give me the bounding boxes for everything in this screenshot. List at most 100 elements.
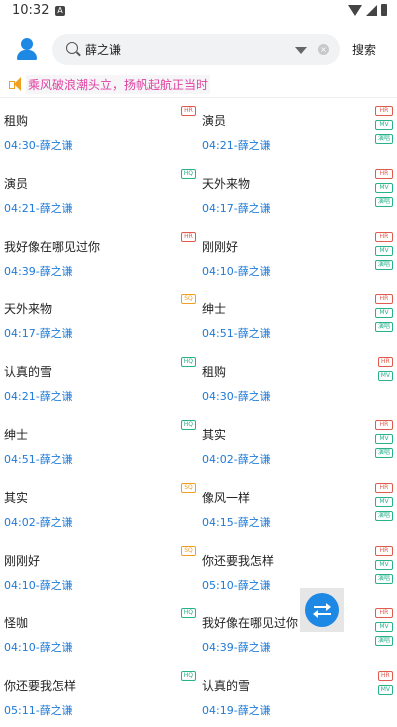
song-item[interactable]: 租购 04:30-薛之谦 HR (0, 100, 198, 162)
song-meta: 04:10-薛之谦 (202, 263, 271, 279)
dropdown-icon[interactable] (295, 47, 307, 54)
song-meta: 04:51-薛之谦 (202, 325, 271, 341)
quality-badge: HR (181, 106, 196, 116)
quality-badge: SQ (181, 482, 196, 493)
song-title: 其实 (4, 490, 29, 505)
song-meta: 04:10-薛之谦 (4, 577, 73, 593)
song-duration: 04:15 (202, 515, 234, 529)
quality-badge: MV (374, 559, 393, 570)
quality-badge: HQ (180, 168, 196, 179)
quality-badges: SQ (181, 482, 196, 493)
song-title: 你还要我怎样 (202, 553, 275, 568)
song-item[interactable]: 绅士 04:51-薛之谦 HR MV 演唱 (198, 288, 396, 350)
song-artist: 薛之谦 (39, 264, 73, 278)
quality-badges: HR MV (377, 357, 393, 382)
quality-badge: SQ (181, 294, 196, 305)
quality-badge: 演唱 (374, 448, 393, 458)
song-duration: 04:30 (202, 390, 234, 404)
quality-badges: HQ (180, 420, 196, 430)
song-item[interactable]: 认真的雪 04:19-薛之谦 HR MV (198, 665, 396, 727)
quality-badge: 演唱 (374, 259, 393, 270)
song-artist: 薛之谦 (237, 641, 271, 655)
quality-badge: MV (374, 622, 393, 633)
search-box[interactable]: × (52, 34, 340, 65)
song-meta: 04:15-薛之谦 (202, 514, 271, 530)
quality-badge: 演唱 (374, 636, 393, 647)
song-item[interactable]: 天外来物 04:17-薛之谦 SQ (0, 288, 198, 350)
song-artist: 薛之谦 (39, 201, 73, 215)
song-duration: 04:17 (202, 201, 234, 215)
quality-badge: MV (374, 496, 393, 507)
song-item[interactable]: 我好像在哪见过你 04:39-薛之谦 HR MV 演唱 (198, 602, 396, 664)
song-meta: 04:10-薛之谦 (4, 639, 73, 655)
quality-badge: HQ (180, 357, 196, 368)
song-title: 演员 (202, 114, 227, 128)
song-artist: 薛之谦 (39, 578, 73, 592)
quality-badges: HR MV 演唱 (374, 106, 393, 144)
quality-badge: MV (374, 434, 393, 444)
announcement-text: 乘风破浪潮头立，扬帆起航正当时 (26, 75, 211, 94)
song-item[interactable]: 其实 04:02-薛之谦 HR MV 演唱 (198, 414, 396, 476)
song-item[interactable]: 怪咖 04:10-薛之谦 HQ (0, 602, 198, 664)
song-item[interactable]: 你还要我怎样 05:11-薛之谦 HQ (0, 665, 198, 727)
song-title: 我好像在哪见过你 (4, 239, 101, 254)
song-artist: 薛之谦 (39, 390, 73, 404)
clear-icon[interactable]: × (318, 44, 329, 55)
song-item[interactable]: 你还要我怎样 05:10-薛之谦 HR MV 演唱 (198, 540, 396, 602)
song-item[interactable]: 演员 04:21-薛之谦 HR MV 演唱 (198, 100, 396, 162)
quality-badges: HQ (180, 608, 196, 619)
song-artist: 薛之谦 (237, 515, 271, 529)
song-duration: 05:11 (4, 704, 36, 718)
swap-button[interactable] (300, 588, 344, 632)
quality-badge: HR (374, 482, 393, 493)
song-artist: 薛之谦 (237, 139, 271, 152)
song-title: 认真的雪 (4, 365, 53, 380)
song-item[interactable]: 天外来物 04:17-薛之谦 HR MV 演唱 (198, 163, 396, 225)
song-item[interactable]: 演员 04:21-薛之谦 HQ (0, 163, 198, 225)
wifi-icon (348, 4, 362, 16)
announcement-bar: 乘风破浪潮头立，扬帆起航正当时 (0, 73, 397, 95)
divider (0, 97, 397, 98)
song-artist: 薛之谦 (237, 201, 271, 215)
song-duration: 04:39 (4, 264, 36, 278)
quality-badge: 演唱 (374, 510, 393, 521)
song-meta: 04:39-薛之谦 (4, 263, 73, 279)
song-title: 绅士 (202, 302, 227, 317)
song-meta: 04:39-薛之谦 (202, 639, 271, 655)
quality-badge: HR (181, 231, 196, 242)
song-title: 刚刚好 (4, 553, 41, 568)
quality-badge: HR (374, 231, 393, 242)
song-item[interactable]: 刚刚好 04:10-薛之谦 SQ (0, 540, 198, 602)
song-artist: 薛之谦 (237, 327, 271, 341)
song-item[interactable]: 租购 04:30-薛之谦 HR MV (198, 351, 396, 413)
search-input[interactable] (85, 38, 285, 60)
search-button[interactable]: 搜索 (352, 41, 376, 58)
song-item[interactable]: 绅士 04:51-薛之谦 HQ (0, 414, 198, 476)
quality-badge: MV (374, 245, 393, 256)
song-item[interactable]: 我好像在哪见过你 04:39-薛之谦 HR (0, 226, 198, 288)
quality-badges: SQ (181, 294, 196, 305)
quality-badge: SQ (181, 545, 196, 556)
song-duration: 04:10 (4, 641, 36, 655)
quality-badge: HR (377, 357, 393, 368)
song-item[interactable]: 刚刚好 04:10-薛之谦 HR MV 演唱 (198, 226, 396, 288)
quality-badge: MV (374, 120, 393, 130)
song-duration: 04:02 (202, 453, 234, 466)
song-duration: 04:10 (202, 264, 234, 278)
quality-badge: MV (374, 308, 393, 319)
song-meta: 04:21-薛之谦 (202, 137, 271, 153)
song-duration: 04:02 (4, 515, 36, 529)
song-artist: 薛之谦 (39, 453, 73, 466)
quality-badges: HR MV (377, 671, 393, 696)
song-meta: 04:17-薛之谦 (202, 200, 271, 216)
user-avatar-button[interactable] (14, 36, 40, 62)
song-item[interactable]: 认真的雪 04:21-薛之谦 HQ (0, 351, 198, 413)
song-item[interactable]: 像风一样 04:15-薛之谦 HR MV 演唱 (198, 477, 396, 539)
song-artist: 薛之谦 (237, 264, 271, 278)
quality-badges: HR MV 演唱 (374, 294, 393, 333)
song-title: 我好像在哪见过你 (202, 616, 299, 631)
song-item[interactable]: 其实 04:02-薛之谦 SQ (0, 477, 198, 539)
song-title: 怪咖 (4, 616, 29, 631)
quality-badges: HR MV 演唱 (374, 482, 393, 521)
song-artist: 薛之谦 (237, 578, 271, 592)
